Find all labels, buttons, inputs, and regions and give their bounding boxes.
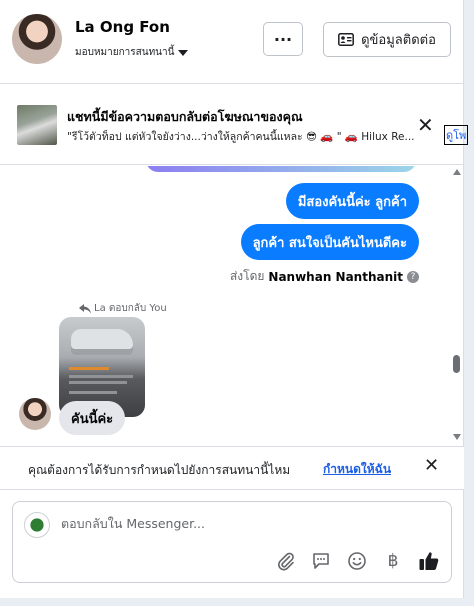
outgoing-message[interactable]: มีสองคันนี้ค่ะ ลูกค้า [285,183,419,219]
paperclip-icon[interactable] [275,550,297,572]
card-text-line [69,381,127,384]
contact-card-icon [338,33,355,46]
sent-by-name: Nanwhan Nanthanit [268,269,403,284]
reply-label: La ตอบกลับ You [94,303,167,314]
scroll-up-arrow-icon[interactable] [453,169,461,175]
baht-icon[interactable]: ฿ [382,550,404,572]
close-icon[interactable]: ✕ [417,115,434,135]
ad-thumbnail[interactable] [17,105,57,145]
thumbs-up-icon[interactable] [418,550,440,572]
ad-reply-notice: แชทนี้มีข้อความตอบกลับต่อโฆษณาของคุณ "รี… [0,85,468,165]
more-options-label: ··· [273,29,293,49]
notice-title: แชทนี้มีข้อความตอบกลับต่อโฆษณาของคุณ [67,109,303,124]
page-avatar [24,512,50,538]
sent-by-line: ส่งโดย Nanwhan Nanthanit ? [230,267,419,286]
contact-avatar[interactable] [12,14,62,64]
card-price-line [69,367,109,370]
thread-scrollbar[interactable] [450,166,464,446]
outgoing-message[interactable]: ลูกค้า สนใจเป็นคันไหนดีคะ [240,224,419,260]
reply-input[interactable] [61,516,431,531]
scrollbar-thumb[interactable] [453,355,460,373]
smiley-icon[interactable] [346,550,368,572]
previous-message-bubble [146,166,416,172]
close-icon[interactable]: ✕ [424,457,439,475]
message-thread[interactable]: มีสองคันนี้ค่ะ ลูกค้า ลูกค้า สนใจเป็นคัน… [0,166,464,446]
speech-bubble-icon[interactable] [310,550,332,572]
assign-prompt: คุณต้องการได้รับการกำหนดไปยังการสนทนานี้… [0,446,464,490]
message-composer: ฿ [12,501,452,583]
scroll-down-arrow-icon[interactable] [453,434,461,440]
incoming-message[interactable]: คันนี้ค่ะ [59,401,126,435]
view-contact-button[interactable]: ดูข้อมูลติดต่อ [323,22,451,57]
car-image [71,329,133,355]
view-contact-label: ดูข้อมูลติดต่อ [361,33,436,48]
view-post-link[interactable]: ดูโพสต์ [444,125,468,145]
sent-by-prefix: ส่งโดย [229,269,265,283]
sender-avatar [19,398,51,430]
assign-to-me-link[interactable]: กำหนดให้ฉัน [323,460,391,479]
notice-ad-text: "รีโว้ตัวท็อป แต่หัวใจยังว่าง...ว่างให้ล… [67,131,415,143]
more-options-button[interactable]: ··· [263,22,303,56]
conversation-header: La Ong Fon มอบหมายการสนทนานี้ ··· ดูข้อม… [0,0,464,84]
card-text-line [69,391,117,394]
card-text-line [69,375,133,378]
contact-name[interactable]: La Ong Fon [75,18,170,36]
caret-down-icon [178,49,189,56]
conversation-panel: La Ong Fon มอบหมายการสนทนานี้ ··· ดูข้อม… [0,0,468,598]
reply-arrow-icon [79,303,91,313]
assign-prompt-text: คุณต้องการได้รับการกำหนดไปยังการสนทนานี้… [28,463,291,477]
assign-dropdown[interactable]: มอบหมายการสนทนานี้ [75,45,189,60]
info-icon[interactable]: ? [407,270,419,283]
assign-label: มอบหมายการสนทนานี้ [75,47,175,58]
reply-indicator: La ตอบกลับ You [79,301,167,316]
